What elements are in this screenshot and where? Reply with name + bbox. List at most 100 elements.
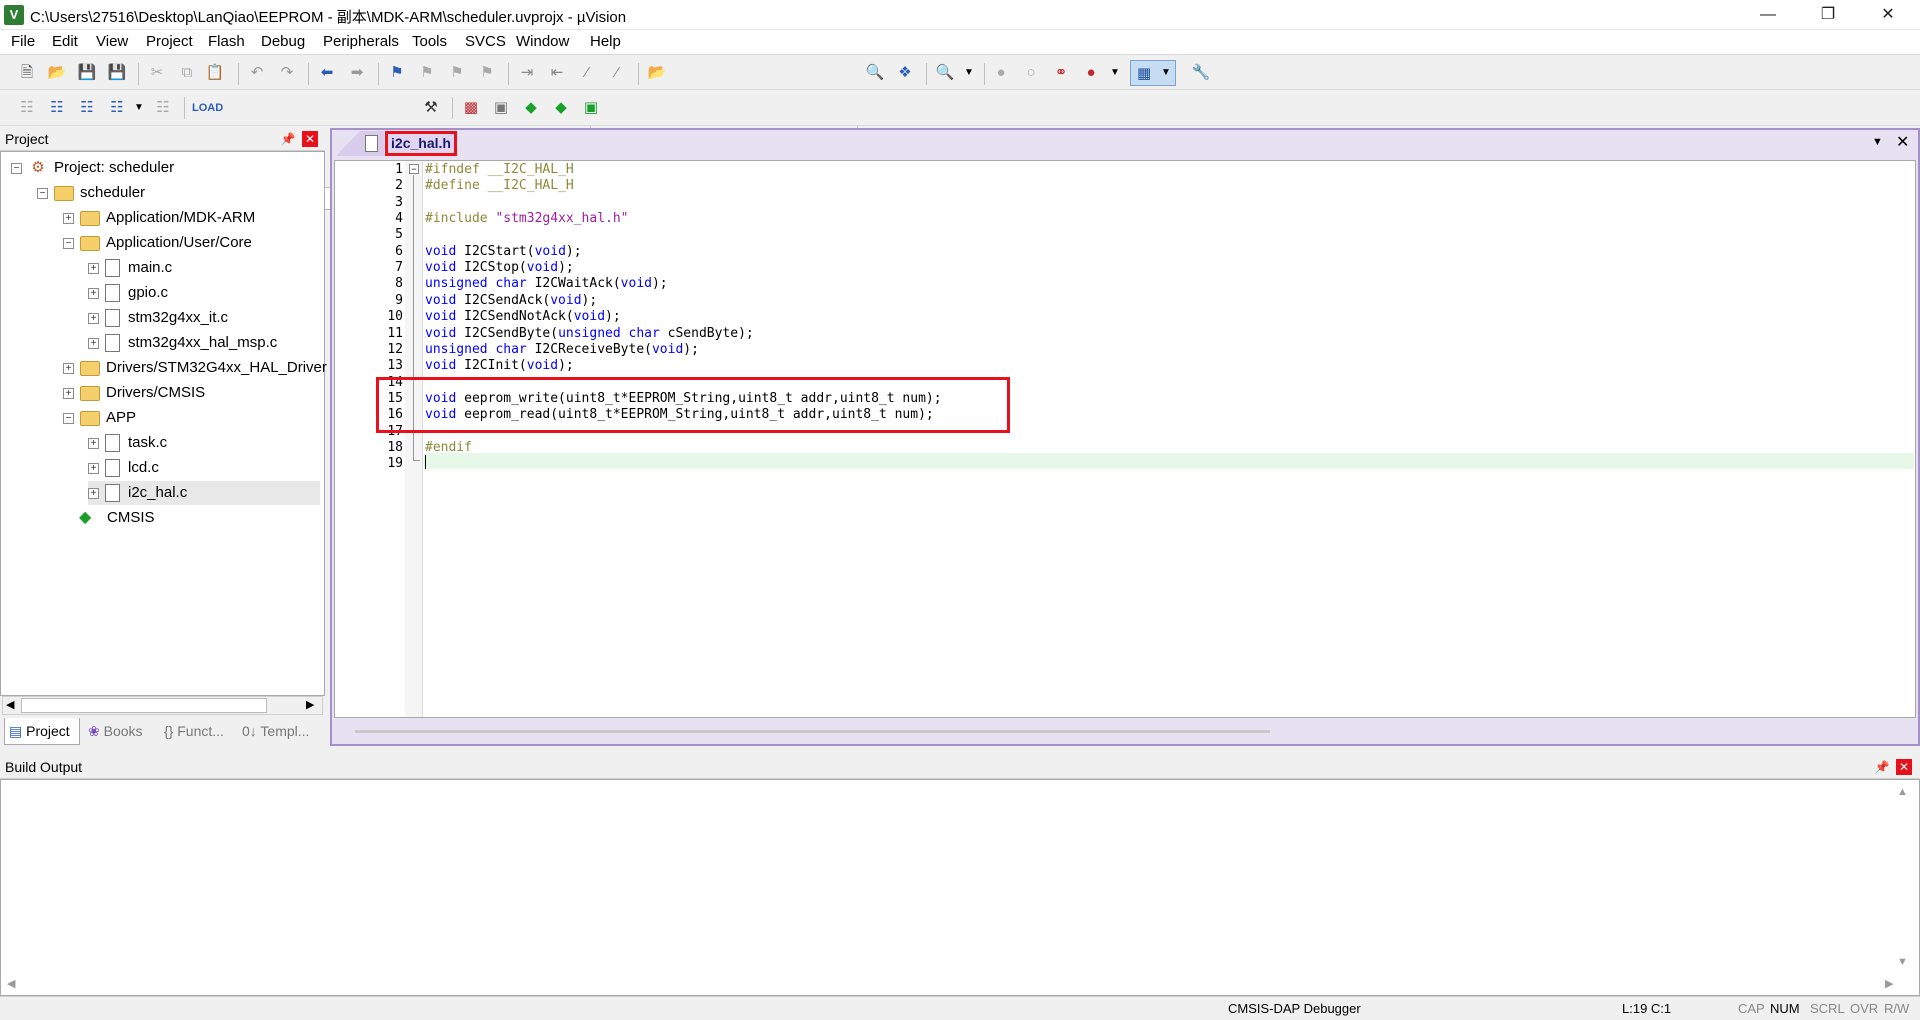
- scroll-right-icon[interactable]: ▶: [1885, 977, 1893, 990]
- kill-breakpoints-icon[interactable]: ●: [1080, 62, 1102, 84]
- expand-icon[interactable]: +: [63, 212, 74, 224]
- expand-icon[interactable]: +: [88, 437, 99, 449]
- tree-item-file[interactable]: + gpio.c: [88, 281, 168, 305]
- next-bookmark-icon[interactable]: ⚑: [446, 62, 468, 84]
- tab-functions[interactable]: {} Funct...: [160, 718, 234, 745]
- project-horizontal-scrollbar[interactable]: ◀ ▶: [2, 696, 323, 715]
- tree-item-file[interactable]: + task.c: [88, 431, 167, 455]
- expand-icon[interactable]: +: [63, 387, 74, 399]
- scroll-thumb[interactable]: [21, 698, 267, 713]
- configure-icon[interactable]: 🔧: [1190, 62, 1212, 84]
- pack-installer-icon[interactable]: ◆: [550, 97, 572, 119]
- tab-books[interactable]: ❀ Books: [84, 718, 156, 745]
- download-load-icon[interactable]: LOAD: [192, 97, 223, 119]
- menu-window[interactable]: Window: [516, 33, 569, 50]
- collapse-icon[interactable]: −: [11, 162, 22, 174]
- build-icon[interactable]: ☷: [46, 97, 68, 119]
- prev-bookmark-icon[interactable]: ⚑: [416, 62, 438, 84]
- expand-icon[interactable]: +: [88, 337, 99, 349]
- menu-flash[interactable]: Flash: [208, 33, 245, 50]
- debug-dropdown-icon[interactable]: ▼: [958, 62, 980, 84]
- rebuild-icon[interactable]: ☷: [76, 97, 98, 119]
- scroll-down-icon[interactable]: ▼: [1897, 956, 1908, 968]
- pin-icon[interactable]: 📌: [280, 131, 296, 147]
- editor-horizontal-scrollbar[interactable]: [355, 730, 1270, 733]
- uvision-app-icon[interactable]: V: [4, 5, 24, 25]
- debug-session-icon[interactable]: 🔍: [934, 62, 956, 84]
- find-icon[interactable]: 🔍: [864, 62, 886, 84]
- menu-peripherals[interactable]: Peripherals: [323, 33, 399, 50]
- paste-icon[interactable]: 📋: [204, 62, 226, 84]
- expand-icon[interactable]: +: [63, 362, 74, 374]
- collapse-icon[interactable]: −: [63, 237, 74, 249]
- menu-help[interactable]: Help: [590, 33, 621, 50]
- collapse-icon[interactable]: −: [63, 412, 74, 424]
- expand-icon[interactable]: +: [88, 262, 99, 274]
- undo-icon[interactable]: ↶: [246, 62, 268, 84]
- open-file-icon[interactable]: 📂: [46, 62, 68, 84]
- tree-item-file[interactable]: + lcd.c: [88, 456, 159, 480]
- expand-icon[interactable]: +: [88, 287, 99, 299]
- pin-icon[interactable]: 📌: [1874, 759, 1890, 775]
- translate-icon[interactable]: ☷: [16, 97, 38, 119]
- navigate-back-icon[interactable]: ⬅: [316, 62, 338, 84]
- indent-icon[interactable]: ⇥: [516, 62, 538, 84]
- redo-icon[interactable]: ↷: [276, 62, 298, 84]
- tree-item-group[interactable]: + Drivers/CMSIS: [63, 381, 205, 405]
- fold-toggle-icon[interactable]: −: [409, 164, 419, 174]
- scroll-left-icon[interactable]: ◀: [7, 977, 15, 990]
- scroll-right-icon[interactable]: ▶: [306, 698, 314, 711]
- window-layout-button[interactable]: ▦ ▼: [1130, 60, 1176, 86]
- scroll-left-icon[interactable]: ◀: [6, 698, 14, 711]
- close-icon[interactable]: ✕: [1860, 0, 1916, 30]
- copy-icon[interactable]: ⧉: [176, 62, 198, 84]
- unindent-icon[interactable]: ⇤: [546, 62, 568, 84]
- editor-tab-i2c-hal-h[interactable]: i2c_hal.h: [385, 131, 457, 156]
- batch-dropdown-icon[interactable]: ▼: [128, 97, 150, 119]
- build-output-area[interactable]: ▲ ▼ ◀ ▶: [0, 779, 1920, 996]
- save-all-icon[interactable]: 💾: [106, 62, 128, 84]
- menu-file[interactable]: File: [11, 33, 35, 50]
- menu-project[interactable]: Project: [146, 33, 193, 50]
- clear-bookmarks-icon[interactable]: ⚑: [476, 62, 498, 84]
- menu-view[interactable]: View: [96, 33, 128, 50]
- manage-components-icon[interactable]: ▩: [460, 97, 482, 119]
- collapse-icon[interactable]: −: [37, 187, 48, 199]
- tab-list-dropdown-icon[interactable]: ▼: [1872, 136, 1883, 148]
- stop-build-icon[interactable]: ☷: [152, 97, 174, 119]
- tree-item-group[interactable]: − APP: [63, 406, 136, 430]
- tab-templates[interactable]: 0↓ Templ...: [238, 718, 320, 745]
- close-tab-icon[interactable]: ✕: [1896, 132, 1909, 152]
- disable-breakpoint-icon[interactable]: ○: [1020, 62, 1042, 84]
- comment-icon[interactable]: ⁄: [576, 62, 598, 84]
- menu-debug[interactable]: Debug: [261, 33, 305, 50]
- expand-icon[interactable]: +: [88, 487, 99, 499]
- tree-item-group[interactable]: + Drivers/STM32G4xx_HAL_Driver: [63, 356, 327, 380]
- close-icon[interactable]: ✕: [1896, 759, 1912, 775]
- find-in-files-icon[interactable]: 📂: [646, 62, 668, 84]
- tree-item-file[interactable]: + stm32g4xx_hal_msp.c: [88, 331, 277, 355]
- expand-icon[interactable]: +: [88, 462, 99, 474]
- scroll-up-icon[interactable]: ▲: [1897, 786, 1908, 798]
- breakpoint-icon[interactable]: ●: [990, 62, 1012, 84]
- tree-item-target[interactable]: − scheduler: [37, 181, 145, 205]
- cut-icon[interactable]: ✂: [146, 62, 168, 84]
- restore-icon[interactable]: ❐: [1800, 0, 1856, 30]
- select-packs-icon[interactable]: ▣: [490, 97, 512, 119]
- tree-item-project[interactable]: − ⚙ Project: scheduler: [11, 156, 174, 180]
- tree-item-group[interactable]: − Application/User/Core: [63, 231, 252, 255]
- uncomment-icon[interactable]: ⁄: [606, 62, 628, 84]
- run-time-env-icon[interactable]: ◆: [520, 97, 542, 119]
- tab-project[interactable]: ▤ Project: [4, 718, 80, 745]
- menu-tools[interactable]: Tools: [412, 33, 447, 50]
- target-options-icon[interactable]: ⚒: [420, 97, 442, 119]
- new-file-icon[interactable]: 🗎: [16, 62, 38, 84]
- pack-update-icon[interactable]: ▣: [580, 97, 602, 119]
- menu-svcs[interactable]: SVCS: [465, 33, 506, 50]
- tree-item-file[interactable]: + stm32g4xx_it.c: [88, 306, 228, 330]
- tree-item-file-selected[interactable]: + i2c_hal.c: [88, 481, 320, 505]
- menu-edit[interactable]: Edit: [52, 33, 78, 50]
- save-icon[interactable]: 💾: [76, 62, 98, 84]
- expand-icon[interactable]: +: [88, 312, 99, 324]
- minimize-icon[interactable]: —: [1740, 0, 1796, 30]
